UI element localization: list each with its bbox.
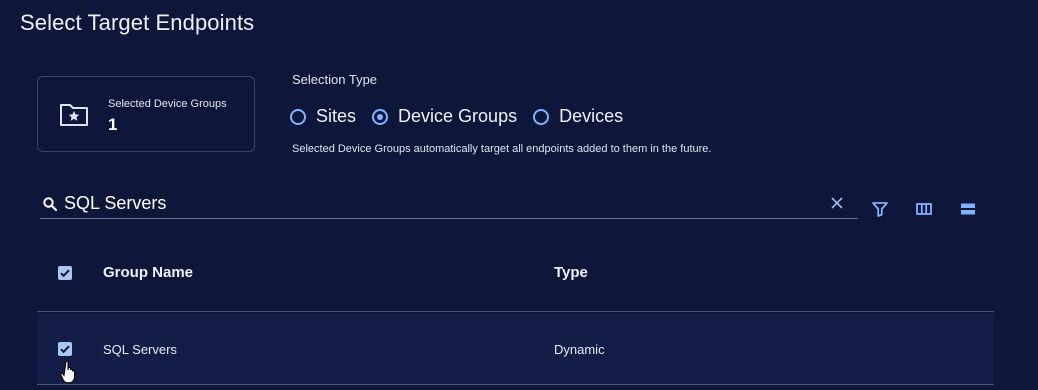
folder-star-icon (60, 104, 88, 126)
selection-type-label: Selection Type (292, 72, 378, 87)
filter-icon[interactable] (871, 200, 889, 218)
select-all-checkbox[interactable] (58, 266, 72, 280)
selected-device-groups-card: Selected Device Groups 1 (37, 76, 255, 152)
card-count: 1 (108, 115, 118, 134)
radio-option-devices[interactable]: Devices (533, 106, 623, 127)
close-icon[interactable] (830, 196, 844, 210)
search-input[interactable] (64, 190, 824, 216)
page-title: Select Target Endpoints (20, 10, 255, 35)
radio-option-sites[interactable]: Sites (290, 106, 356, 127)
card-label: Selected Device Groups (108, 98, 227, 110)
radio-label-device-groups: Device Groups (398, 106, 518, 126)
cell-type: Dynamic (554, 342, 605, 357)
row-checkbox[interactable] (58, 342, 72, 356)
select-target-endpoints-page: Select Target Endpoints Selected Device … (0, 0, 1038, 390)
selection-type-radio-group: Sites Device Groups Devices (290, 106, 639, 127)
columns-icon[interactable] (915, 200, 933, 218)
selection-helper-text: Selected Device Groups automatically tar… (292, 143, 712, 155)
radio-label-devices: Devices (559, 106, 624, 126)
radio-devices[interactable] (533, 108, 550, 125)
radio-sites[interactable] (290, 108, 306, 125)
radio-label-sites: Sites (316, 106, 357, 126)
table-header: Group Name Type (37, 244, 994, 312)
column-header-type[interactable]: Type (554, 264, 588, 281)
column-header-group-name[interactable]: Group Name (103, 264, 193, 281)
search-field (40, 190, 858, 219)
cell-group-name: SQL Servers (103, 342, 177, 357)
hand-cursor-icon (60, 360, 75, 384)
radio-option-device-groups[interactable]: Device Groups (372, 106, 517, 127)
radio-device-groups[interactable] (372, 108, 389, 125)
density-icon[interactable] (959, 200, 977, 218)
table-row[interactable]: SQL Servers Dynamic (37, 313, 994, 385)
search-icon (43, 197, 58, 212)
